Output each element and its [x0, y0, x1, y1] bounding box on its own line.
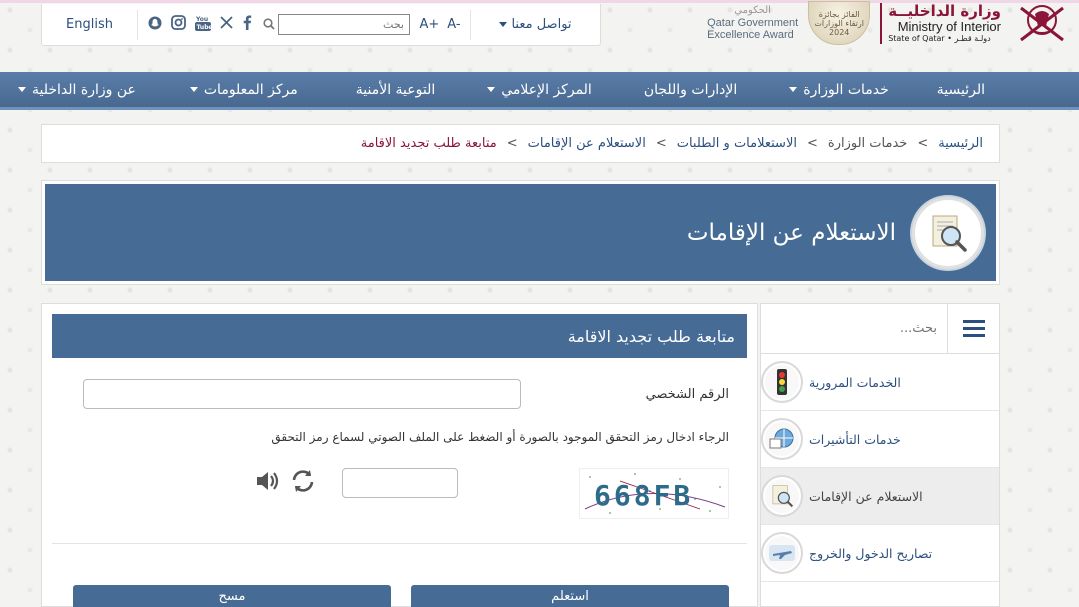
social-links: You Tube — [138, 14, 263, 36]
logo-area: الحكومي Qatar Government Excellence Awar… — [707, 0, 1064, 46]
nav-item-5[interactable]: مركز المعلومات — [189, 81, 298, 98]
award-badge-year: 2024 — [829, 27, 850, 37]
contact-us-label: تواصل معنا — [511, 17, 572, 32]
ministry-name-ar: وزارة الداخليــة — [888, 1, 1001, 20]
main-navigation: الرئيسية خدمات الوزارة الإدارات واللجان الم… — [0, 72, 1079, 110]
ministry-logo-text[interactable]: وزارة الداخليــة Ministry of Interior St… — [880, 1, 1001, 44]
ministry-subtitle: State of Qatar • دولـة قطـر — [888, 33, 991, 43]
chevron-down-icon — [18, 87, 27, 92]
font-decrease-button[interactable]: A- — [447, 17, 460, 32]
clear-button[interactable]: مسح — [73, 585, 391, 607]
nav-item-label: المركز الإعلامي — [501, 81, 592, 98]
breadcrumb-separator: > — [506, 136, 518, 151]
font-increase-button[interactable]: A+ — [419, 17, 439, 32]
captcha-text: 668FB — [594, 479, 693, 512]
award-en-line2: Excellence Award — [707, 29, 794, 41]
instagram-icon[interactable] — [171, 15, 186, 34]
sidebar-item-label: تصاريح الدخول والخروج — [809, 545, 933, 561]
form-divider — [52, 543, 747, 544]
nav-item-label: عن وزارة الداخلية — [32, 81, 136, 98]
sidebar-search-input[interactable] — [761, 321, 947, 336]
snapchat-icon[interactable] — [148, 16, 162, 34]
award-badge-line2: ارتقاء الوزارات — [814, 18, 864, 28]
x-icon[interactable] — [220, 16, 233, 33]
breadcrumb: الرئيسية > خدمات الوزارة > الاستعلامات و… — [41, 124, 1000, 163]
title-inner: الاستعلام عن الإقامات — [45, 184, 996, 281]
chevron-down-icon — [789, 87, 798, 92]
sidebar-search — [761, 303, 999, 354]
sidebar-item-traffic[interactable]: الخدمات المرورية — [761, 354, 999, 411]
captcha-instruction: الرجاء ادخال رمز التحقق الموجود بالصورة … — [271, 430, 729, 444]
qatar-emblem-icon — [1020, 5, 1064, 42]
nav-item-6[interactable]: عن وزارة الداخلية — [18, 82, 136, 98]
nav-item-2[interactable]: الإدارات واللجان — [644, 82, 737, 98]
sidebar-item-visas[interactable]: خدمات التأشيرات — [761, 411, 999, 468]
sidebar-item-label: الخدمات المرورية — [809, 374, 901, 390]
sidebar: الخدمات المرورية خدمات التأشيرات الاستعل… — [760, 303, 1000, 607]
sidebar-item-label: خدمات التأشيرات — [809, 431, 901, 447]
captcha-input[interactable] — [342, 468, 458, 498]
chevron-down-icon — [189, 87, 198, 92]
breadcrumb-item-ministry-services[interactable]: خدمات الوزارة — [828, 136, 907, 151]
award-ar-text: الحكومي — [734, 5, 771, 16]
utility-bar: English YouTube A+ A- تواصل معنا — [41, 4, 601, 46]
svg-text:You: You — [195, 16, 208, 23]
airplane-icon — [761, 532, 803, 574]
nav-item-4[interactable]: التوعية الأمنية — [356, 82, 435, 98]
sidebar-item-label: الاستعلام عن الإقامات — [809, 488, 923, 504]
youtube-icon[interactable]: You Tube — [195, 14, 213, 36]
breadcrumb-item-home[interactable]: الرئيسية — [938, 136, 983, 151]
contact-us-menu[interactable]: تواصل معنا — [471, 17, 600, 32]
ministry-name-en: Ministry of Interior — [897, 18, 1001, 34]
award-en-line1: Qatar Government — [707, 17, 799, 29]
chevron-down-icon — [487, 87, 496, 92]
form-heading: متابعة طلب تجديد الاقامة — [52, 314, 747, 358]
font-size-controls: A+ A- — [410, 17, 470, 32]
svg-text:Tube: Tube — [197, 24, 212, 31]
nav-item-label: التوعية الأمنية — [355, 81, 436, 98]
nav-item-label: خدمات الوزارة — [803, 81, 889, 98]
chevron-down-icon — [499, 22, 508, 27]
nav-item-1[interactable]: خدمات الوزارة — [789, 82, 889, 98]
breadcrumb-separator: > — [917, 136, 929, 151]
nav-item-label: مركز المعلومات — [203, 81, 298, 98]
nav-item-0[interactable]: الرئيسية — [937, 82, 985, 98]
magnifier-document-icon — [912, 196, 984, 269]
page-title: الاستعلام عن الإقامات — [686, 219, 896, 246]
search-input[interactable] — [278, 14, 410, 35]
sidebar-item-residency[interactable]: الاستعلام عن الإقامات — [761, 468, 999, 525]
menu-icon[interactable] — [947, 303, 999, 354]
breadcrumb-item-inquiries[interactable]: الاستعلامات و الطلبات — [677, 136, 797, 151]
personal-id-label: الرقم الشخصي — [645, 386, 729, 402]
nav-item-3[interactable]: المركز الإعلامي — [487, 82, 592, 98]
audio-captcha-icon[interactable] — [252, 466, 282, 496]
breadcrumb-separator: > — [655, 136, 667, 151]
nav-item-label: الرئيسية — [936, 81, 985, 98]
page-title-banner: الاستعلام عن الإقامات — [41, 180, 1000, 285]
award-badge-line1: الفائز بجائزة — [818, 9, 860, 19]
nav-item-label: الإدارات واللجان — [643, 81, 738, 98]
personal-id-input[interactable] — [83, 379, 521, 409]
breadcrumb-item-residency[interactable]: الاستعلام عن الإقامات — [528, 136, 646, 151]
personal-id-row: الرقم الشخصي — [83, 379, 729, 409]
breadcrumb-separator: > — [806, 136, 818, 151]
english-link[interactable]: English — [42, 17, 137, 32]
award-logo: الحكومي Qatar Government Excellence Awar… — [707, 5, 798, 41]
visa-globe-icon — [761, 418, 803, 460]
form-panel: متابعة طلب تجديد الاقامة الرقم الشخصي ال… — [41, 303, 758, 607]
magnifier-document-icon — [761, 475, 803, 517]
search-icon[interactable] — [263, 15, 275, 34]
award-badge: الفائز بجائزة ارتقاء الوزارات 2024 — [808, 1, 871, 45]
sidebar-item-entry-exit[interactable]: تصاريح الدخول والخروج — [761, 525, 999, 582]
traffic-light-icon — [761, 361, 803, 403]
facebook-icon[interactable] — [242, 15, 252, 34]
inquire-button[interactable]: استعلم — [411, 585, 729, 607]
captcha-image: 668FB — [579, 468, 729, 519]
refresh-captcha-icon[interactable] — [288, 466, 318, 496]
breadcrumb-current: متابعة طلب تجديد الاقامة — [360, 136, 497, 151]
